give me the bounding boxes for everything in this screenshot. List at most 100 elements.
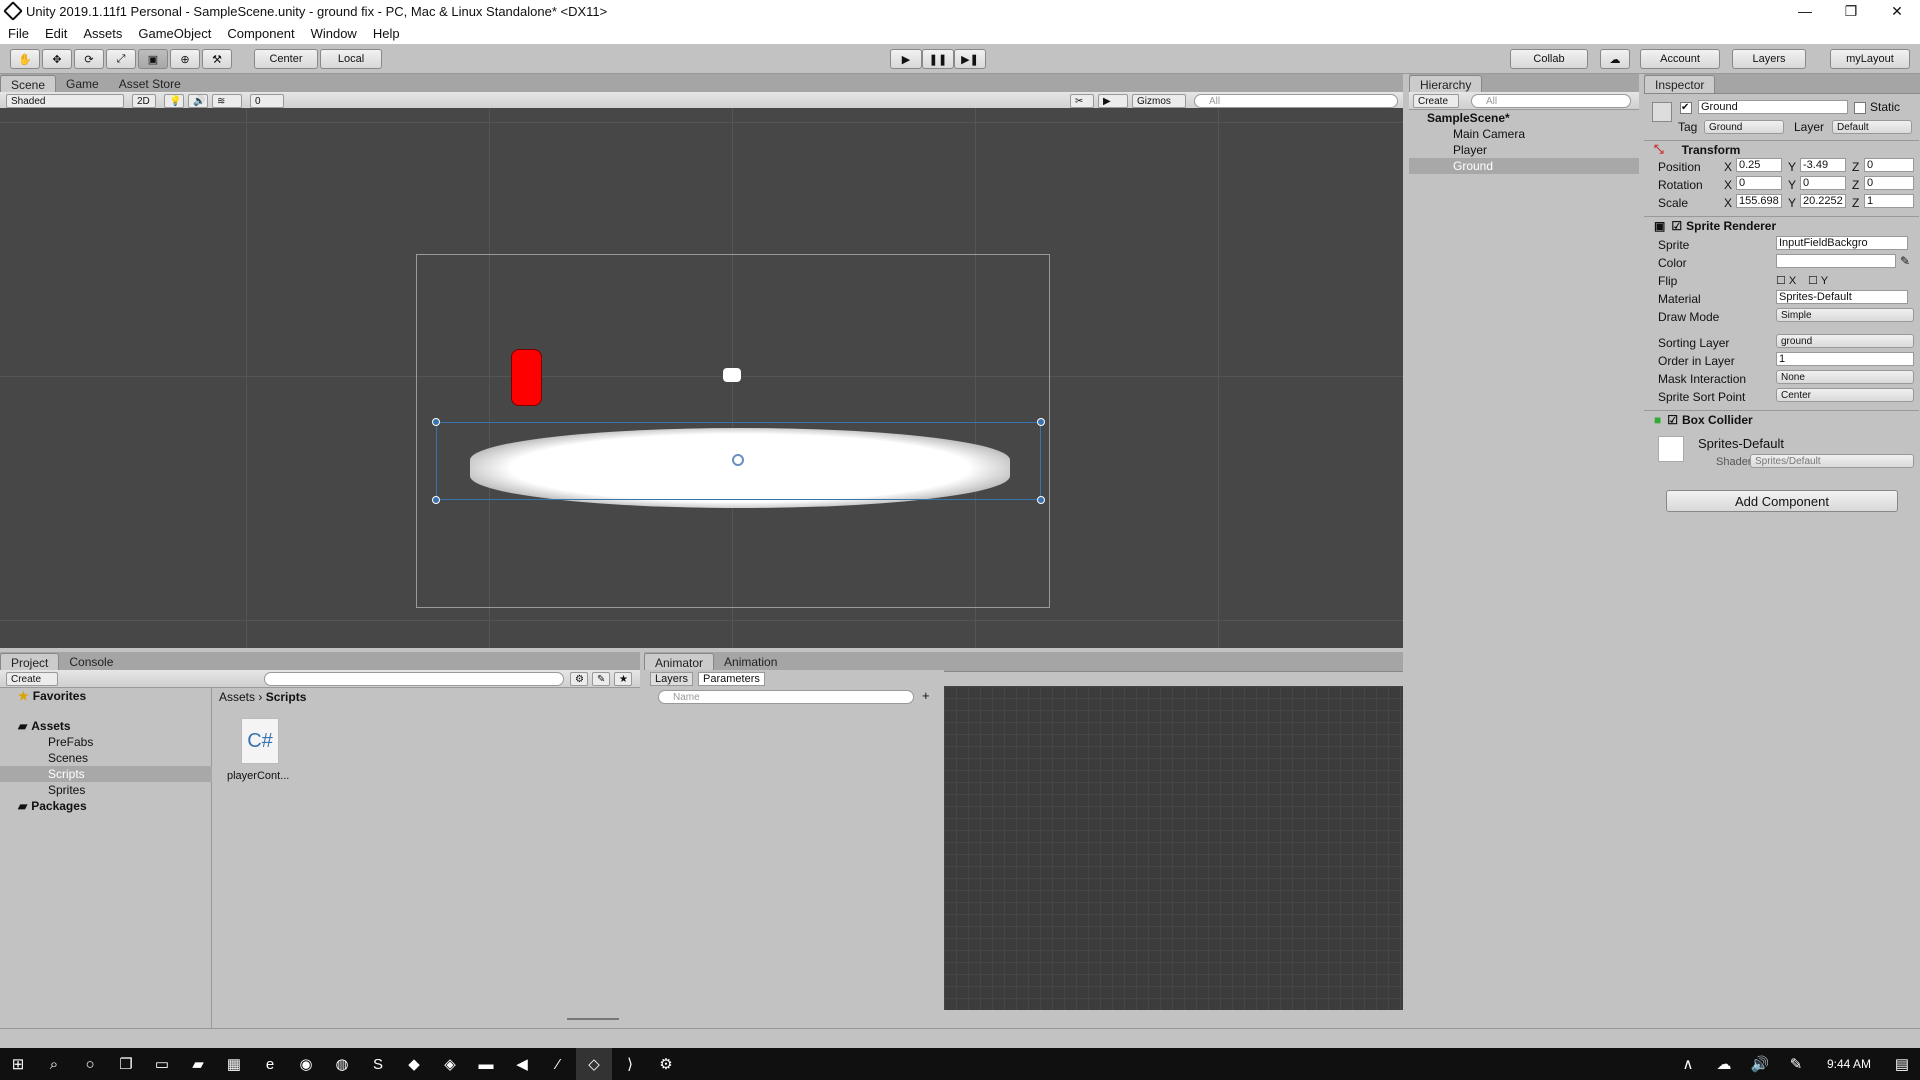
- menu-file[interactable]: File: [0, 26, 37, 41]
- eyedropper-icon[interactable]: ✎: [1900, 254, 1910, 268]
- layout-dropdown[interactable]: myLayout: [1830, 49, 1910, 69]
- menu-help[interactable]: Help: [365, 26, 408, 41]
- camera-icon[interactable]: ▶: [1098, 94, 1128, 108]
- app-icon[interactable]: ⚙: [648, 1048, 684, 1080]
- collab-dropdown[interactable]: Collab: [1510, 49, 1588, 69]
- unity-hub-icon[interactable]: ◆: [396, 1048, 432, 1080]
- hierarchy-search-input[interactable]: All: [1471, 94, 1631, 108]
- assets-node[interactable]: ▰ Assets: [0, 718, 212, 734]
- pen-icon[interactable]: ✎: [1778, 1048, 1814, 1080]
- zoom-slider[interactable]: [567, 1018, 619, 1020]
- folder-prefabs[interactable]: PreFabs: [0, 734, 212, 750]
- minimize-button[interactable]: —: [1782, 3, 1828, 19]
- menu-assets[interactable]: Assets: [75, 26, 130, 41]
- clock[interactable]: 9:44 AM: [1814, 1057, 1884, 1071]
- rotate-tool-icon[interactable]: ⟳: [74, 49, 104, 69]
- hierarchy-create-dropdown[interactable]: Create: [1413, 94, 1459, 108]
- tab-animation[interactable]: Animation: [714, 653, 787, 671]
- player-sprite[interactable]: [511, 349, 542, 406]
- scene-view[interactable]: [0, 108, 1403, 648]
- menu-component[interactable]: Component: [219, 26, 302, 41]
- object-name-field[interactable]: Ground: [1698, 100, 1848, 114]
- order-in-layer-field[interactable]: 1: [1776, 352, 1914, 366]
- breadcrumb-scripts[interactable]: Scripts: [266, 690, 307, 704]
- transform-tool-icon[interactable]: ⊕: [170, 49, 200, 69]
- shading-mode-dropdown[interactable]: Shaded: [6, 94, 124, 108]
- hidden-objects-counter[interactable]: 0: [250, 94, 284, 108]
- hierarchy-item-player[interactable]: Player: [1409, 142, 1639, 158]
- layers-dropdown[interactable]: Layers: [1732, 49, 1806, 69]
- firefox-icon[interactable]: ◉: [288, 1048, 324, 1080]
- add-component-button[interactable]: Add Component: [1666, 490, 1898, 512]
- sprite-sort-point-dropdown[interactable]: Center: [1776, 388, 1914, 402]
- folder-sprites[interactable]: Sprites: [0, 782, 212, 798]
- active-checkbox[interactable]: ✔: [1680, 102, 1692, 114]
- filter-label-icon[interactable]: ✎: [592, 672, 610, 686]
- packages-node[interactable]: ▰ Packages: [0, 798, 212, 814]
- box-collider-enabled-checkbox[interactable]: ☑: [1667, 413, 1678, 427]
- position-z-field[interactable]: 0: [1864, 158, 1914, 172]
- windows-start-icon[interactable]: ⊞: [0, 1048, 36, 1080]
- static-checkbox[interactable]: [1854, 102, 1866, 114]
- transform-header[interactable]: ⤡ Transform: [1644, 140, 1919, 158]
- app-icon[interactable]: ⁄: [540, 1048, 576, 1080]
- selection-handle[interactable]: [432, 496, 440, 504]
- search-icon[interactable]: ⌕: [36, 1048, 72, 1080]
- shader-dropdown[interactable]: Sprites/Default: [1750, 454, 1914, 468]
- draw-mode-dropdown[interactable]: Simple: [1776, 308, 1914, 322]
- pivot-center-button[interactable]: Center: [254, 49, 318, 69]
- project-search-input[interactable]: [264, 672, 564, 686]
- account-dropdown[interactable]: Account: [1640, 49, 1720, 69]
- sprite-field[interactable]: InputFieldBackgro: [1776, 236, 1908, 250]
- parameter-search-input[interactable]: Name: [658, 690, 914, 704]
- custom-tool-icon[interactable]: ⚒: [202, 49, 232, 69]
- play-button[interactable]: ▶: [890, 49, 922, 69]
- hand-tool-icon[interactable]: ✋: [10, 49, 40, 69]
- scale-tool-icon[interactable]: ⤢: [106, 49, 136, 69]
- tab-console[interactable]: Console: [59, 653, 123, 671]
- app-icon[interactable]: ▬: [468, 1048, 504, 1080]
- cortana-icon[interactable]: ○: [72, 1048, 108, 1080]
- favorite-star-icon[interactable]: ★: [614, 672, 632, 686]
- rotation-z-field[interactable]: 0: [1864, 176, 1914, 190]
- tag-dropdown[interactable]: Ground: [1704, 120, 1784, 134]
- tab-animator[interactable]: Animator: [644, 653, 715, 671]
- close-button[interactable]: ✕: [1874, 3, 1920, 20]
- flip-x-checkbox[interactable]: ☐ X: [1776, 274, 1796, 287]
- cloud-icon[interactable]: ☁: [1600, 49, 1630, 69]
- tab-hierarchy[interactable]: Hierarchy: [1409, 75, 1483, 93]
- rotation-y-field[interactable]: 0: [1800, 176, 1846, 190]
- menu-gameobject[interactable]: GameObject: [130, 26, 219, 41]
- desktop-icon[interactable]: ▭: [144, 1048, 180, 1080]
- favorites-node[interactable]: ★ Favorites: [0, 688, 212, 704]
- lighting-icon[interactable]: 💡: [164, 94, 184, 108]
- sprite-renderer-header[interactable]: ▣ ☑ Sprite Renderer: [1644, 216, 1919, 234]
- 2d-toggle[interactable]: 2D: [132, 94, 156, 108]
- material-field[interactable]: Sprites-Default: [1776, 290, 1908, 304]
- pivot-local-button[interactable]: Local: [320, 49, 382, 69]
- file-name[interactable]: playerCont...: [227, 770, 289, 782]
- project-create-dropdown[interactable]: Create: [6, 672, 58, 686]
- spotify-icon[interactable]: ◍: [324, 1048, 360, 1080]
- filter-type-icon[interactable]: ⚙: [570, 672, 588, 686]
- task-view-icon[interactable]: ❐: [108, 1048, 144, 1080]
- pivot-handle[interactable]: [732, 454, 744, 466]
- tab-asset-store[interactable]: Asset Store: [109, 75, 191, 93]
- menu-edit[interactable]: Edit: [37, 26, 75, 41]
- tab-scene[interactable]: Scene: [0, 75, 57, 93]
- tab-inspector[interactable]: Inspector: [1644, 75, 1716, 93]
- tray-expand-icon[interactable]: ∧: [1670, 1048, 1706, 1080]
- folder-scripts[interactable]: Scripts: [0, 766, 212, 782]
- scale-y-field[interactable]: 20.2252: [1800, 194, 1846, 208]
- menu-window[interactable]: Window: [303, 26, 365, 41]
- folder-scenes[interactable]: Scenes: [0, 750, 212, 766]
- flip-y-checkbox[interactable]: ☐ Y: [1808, 274, 1828, 287]
- position-y-field[interactable]: -3.49: [1800, 158, 1846, 172]
- tab-layers[interactable]: Layers: [650, 672, 694, 686]
- animator-graph[interactable]: [944, 686, 1403, 1010]
- skype-icon[interactable]: S: [360, 1048, 396, 1080]
- volume-icon[interactable]: 🔊: [1742, 1048, 1778, 1080]
- tab-game[interactable]: Game: [56, 75, 109, 93]
- maximize-button[interactable]: ❐: [1828, 3, 1874, 20]
- move-tool-icon[interactable]: ✥: [42, 49, 72, 69]
